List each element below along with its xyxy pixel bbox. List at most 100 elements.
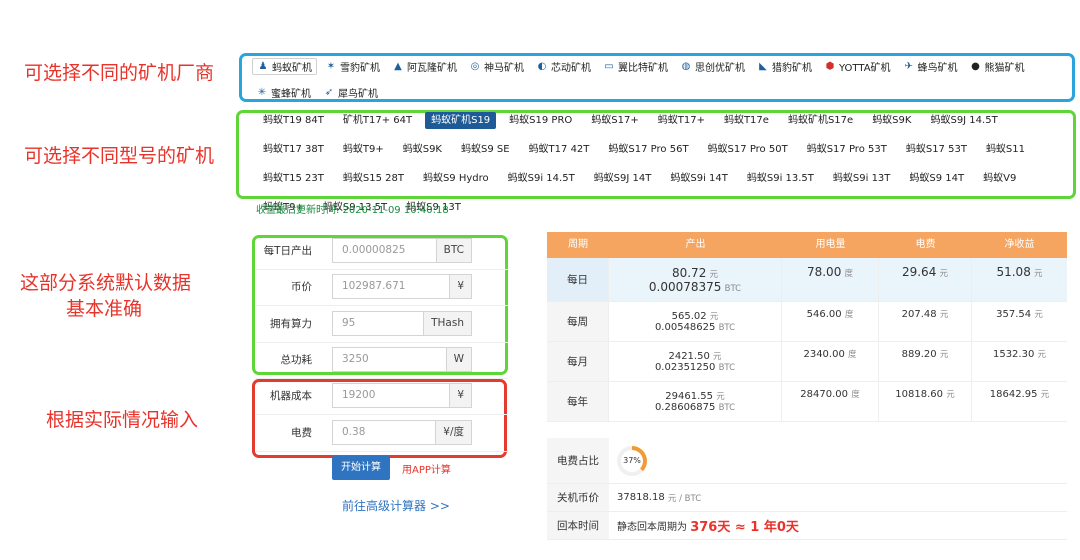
vendor-hornbill[interactable]: ➶ 犀鸟矿机 — [319, 84, 382, 101]
think-icon: ◍ — [681, 61, 691, 72]
vendor-panda[interactable]: ● 熊猫矿机 — [966, 58, 1029, 75]
calc-row-electricity: 电费 0.38 ¥/度 — [256, 414, 508, 452]
bee-icon: ✳ — [257, 87, 267, 98]
model-option[interactable]: 蚂蚁T15 23T — [257, 170, 330, 187]
net-cell: 357.54 元 — [996, 309, 1043, 320]
model-option[interactable]: 蚂蚁S17+ — [585, 112, 644, 129]
fee-cell: 10818.60 元 — [879, 382, 972, 421]
payback-row: 回本时间 静态回本周期为 376天 ≈ 1 年0天 — [547, 512, 1067, 540]
panda-icon: ● — [971, 61, 980, 72]
ant-icon: ♟ — [258, 61, 268, 72]
yield-cell: 2421.50 元 0.02351250 BTC — [609, 342, 782, 381]
model-option[interactable]: 蚂蚁S9J 14.5T — [924, 112, 1003, 129]
calc-row-price: 币价 102987.671 ¥ — [256, 268, 508, 306]
vendor-hummingbird[interactable]: ✈ 蜂鸟矿机 — [899, 58, 962, 75]
model-option[interactable]: 蚂蚁T17+ — [652, 112, 711, 129]
model-option[interactable]: 蚂蚁S9 Hydro — [417, 170, 495, 187]
shutdown-price-row: 关机币价 37818.18 元 / BTC — [547, 484, 1067, 512]
avalon-icon: ▲ — [394, 61, 402, 72]
model-option[interactable]: 蚂蚁S9K — [866, 112, 917, 129]
fee-cell: 889.20 元 — [879, 342, 972, 381]
model-option[interactable]: 蚂蚁S9 14T — [903, 170, 970, 187]
vendor-yotta[interactable]: ⬢ YOTTA矿机 — [820, 58, 895, 75]
vendor-think[interactable]: ◍ 思创优矿机 — [676, 58, 749, 75]
header-fee: 电费 — [915, 239, 936, 250]
shutdown-price-label: 关机币价 — [547, 484, 609, 511]
model-option[interactable]: 蚂蚁S15 28T — [337, 170, 410, 187]
period-cell: 每年 — [547, 382, 609, 421]
yield-cell: 80.72 元 0.00078375 BTC — [609, 258, 782, 301]
model-option[interactable]: 蚂蚁T19 84T — [257, 112, 330, 129]
yotta-icon: ⬢ — [825, 61, 835, 72]
model-option[interactable]: 蚂蚁S9i 13T — [827, 170, 897, 187]
vendor-ant[interactable]: ♟ 蚂蚁矿机 — [252, 58, 317, 75]
snow-leopard-icon: ✶ — [326, 61, 336, 72]
calc-label: 总功耗 — [280, 354, 313, 366]
model-option[interactable]: 蚂蚁S19 PRO — [503, 112, 578, 129]
model-option[interactable]: 矿机T17+ 64T — [337, 112, 418, 129]
fee-cell: 29.64 元 — [879, 258, 972, 301]
header-net: 净收益 — [1004, 239, 1035, 250]
calc-row-hashrate: 拥有算力 95 THash — [256, 305, 508, 343]
header-power: 用电量 — [815, 239, 846, 250]
model-option[interactable]: 蚂蚁矿机S17e — [782, 112, 859, 129]
model-option[interactable]: 蚂蚁S17 Pro 56T — [602, 141, 694, 158]
hornbill-icon: ➶ — [324, 87, 334, 98]
vendor-annotation: 可选择不同的矿机厂商 — [24, 62, 215, 84]
vendor-cheetah[interactable]: ◣ 猎豹矿机 — [753, 58, 816, 75]
hashrate-field[interactable]: 95 THash — [332, 311, 472, 336]
power-field[interactable]: 3250 W — [332, 347, 472, 372]
header-yield: 产出 — [685, 239, 706, 250]
table-row: 每月 2421.50 元 0.02351250 BTC 2340.00 度 889.20… — [547, 342, 1067, 382]
yield-cell: 565.02 元 0.00548625 BTC — [609, 302, 782, 341]
start-calc-button[interactable]: 开始计算 — [332, 456, 390, 480]
advanced-calculator-link[interactable]: 前往高级计算器 >> — [342, 497, 450, 514]
fee-ratio-label: 电费占比 — [547, 438, 609, 483]
model-option[interactable]: 蚂蚁S9i 14T — [664, 170, 734, 187]
power-cell: 28470.00 度 — [782, 382, 879, 421]
summary-box: 电费占比 37% 关机币价 37818.18 元 / BTC 回本时间 静态回本… — [547, 438, 1067, 540]
model-option[interactable]: 蚂蚁V9 — [977, 170, 1022, 187]
model-option[interactable]: 蚂蚁S9i 14.5T — [502, 170, 581, 187]
model-option[interactable]: 蚂蚁S17 Pro 50T — [702, 141, 794, 158]
input-annotation: 根据实际情况输入 — [46, 409, 199, 431]
vendor-core[interactable]: ◐ 芯动矿机 — [532, 58, 595, 75]
model-option[interactable]: 蚂蚁S17 53T — [900, 141, 973, 158]
vendor-list: ♟ 蚂蚁矿机 ✶ 雪豹矿机 ▲ 阿瓦隆矿机 ◎ 神马矿机 ◐ 芯动矿机 ▭ 翼比特矿机 ◍ 思… — [252, 58, 1072, 110]
price-field[interactable]: 102987.671 ¥ — [332, 274, 472, 299]
calc-label: 电费 — [291, 427, 312, 439]
yield-cell: 29461.55 元 0.28606875 BTC — [609, 382, 782, 421]
vendor-bee[interactable]: ✳ 蜜蜂矿机 — [252, 84, 315, 101]
table-header: 周期 产出 用电量 电费 净收益 — [547, 232, 1067, 258]
model-option[interactable]: 蚂蚁矿机S19 — [425, 112, 497, 129]
fee-ratio-row: 电费占比 37% — [547, 438, 1067, 484]
power-cell: 78.00 度 — [782, 258, 879, 301]
daily-yield-field[interactable]: 0.00000825 BTC — [332, 238, 472, 263]
model-option[interactable]: 蚂蚁S9K — [397, 141, 448, 158]
vendor-avalon[interactable]: ▲ 阿瓦隆矿机 — [388, 58, 461, 75]
model-option[interactable]: 蚂蚁T17 38T — [257, 141, 330, 158]
model-option[interactable]: 蚂蚁S9i 13.5T — [741, 170, 820, 187]
app-calc-link[interactable]: 用APP计算 — [402, 461, 451, 476]
vendor-wing[interactable]: ▭ 翼比特矿机 — [599, 58, 672, 75]
model-option[interactable]: 蚂蚁T9+ — [337, 141, 390, 158]
last-updated-time: 收益最后更新时间: 2020-11-09 10:40:18 — [256, 205, 449, 216]
model-option[interactable]: 蚂蚁T17e — [718, 112, 775, 129]
calc-label: 币价 — [291, 281, 312, 293]
model-option[interactable]: 蚂蚁S17 Pro 53T — [801, 141, 893, 158]
model-annotation: 可选择不同型号的矿机 — [24, 145, 215, 167]
model-option[interactable]: 蚂蚁T17 42T — [523, 141, 596, 158]
default-data-annotation-line2: 基本准确 — [66, 298, 143, 320]
table-row: 每周 565.02 元 0.00548625 BTC 546.00 度 207.48 元… — [547, 302, 1067, 342]
period-cell: 每日 — [547, 258, 609, 301]
vendor-horse[interactable]: ◎ 神马矿机 — [465, 58, 528, 75]
model-option[interactable]: 蚂蚁S9 SE — [455, 141, 516, 158]
result-table: 周期 产出 用电量 电费 净收益 每日 80.72 元 0.00078375 BTC… — [547, 232, 1067, 422]
electricity-price-field[interactable]: 0.38 ¥/度 — [332, 420, 472, 445]
model-option[interactable]: 蚂蚁S11 — [980, 141, 1031, 158]
model-option[interactable]: 蚂蚁S9J 14T — [588, 170, 658, 187]
machine-cost-field[interactable]: 19200 ¥ — [332, 383, 472, 408]
vendor-snow-leopard[interactable]: ✶ 雪豹矿机 — [321, 58, 384, 75]
shutdown-price-unit: 元 / BTC — [667, 493, 702, 504]
payback-label: 回本时间 — [547, 512, 609, 539]
